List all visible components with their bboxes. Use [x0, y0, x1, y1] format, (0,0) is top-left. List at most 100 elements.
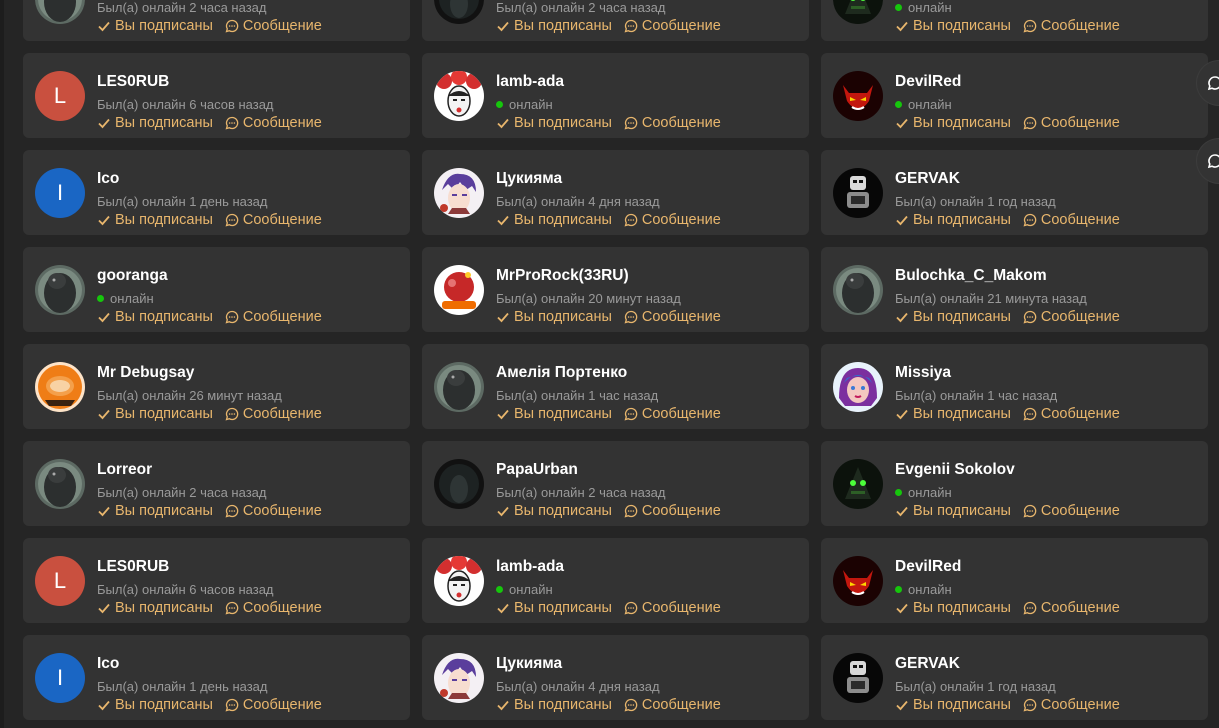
user-card[interactable]: Цукияма Был(а) онлайн 4 дня назад Вы подпи… — [422, 150, 809, 235]
avatar[interactable] — [833, 653, 883, 703]
subscribed-button[interactable]: Вы подписаны — [496, 18, 612, 34]
user-card[interactable]: DevilRed онлайн Вы подписаны Сообщение — [821, 53, 1208, 138]
avatar[interactable] — [434, 168, 484, 218]
user-card[interactable]: Lorreor Был(а) онлайн 2 часа назад Вы подп… — [23, 441, 410, 526]
subscribed-button[interactable]: Вы подписаны — [97, 503, 213, 519]
message-button[interactable]: Сообщение — [225, 115, 322, 131]
user-name[interactable]: Цукияма — [496, 655, 562, 673]
subscribed-button[interactable]: Вы подписаны — [97, 115, 213, 131]
avatar[interactable] — [434, 556, 484, 606]
subscribed-button[interactable]: Вы подписаны — [895, 406, 1011, 422]
user-name[interactable]: MrProRock(33RU) — [496, 267, 629, 285]
user-name[interactable]: gooranga — [97, 267, 168, 285]
avatar[interactable] — [833, 265, 883, 315]
message-button[interactable]: Сообщение — [1023, 406, 1120, 422]
subscribed-button[interactable]: Вы подписаны — [895, 600, 1011, 616]
avatar[interactable] — [833, 459, 883, 509]
user-card[interactable]: Был(а) онлайн 2 часа назад Вы подписаны Со… — [422, 0, 809, 41]
user-name[interactable]: GERVAK — [895, 170, 960, 188]
message-button[interactable]: Сообщение — [624, 115, 721, 131]
user-card[interactable]: Missiya Был(а) онлайн 1 час назад Вы подпи… — [821, 344, 1208, 429]
subscribed-button[interactable]: Вы подписаны — [496, 406, 612, 422]
user-name[interactable]: Missiya — [895, 364, 951, 382]
subscribed-button[interactable]: Вы подписаны — [496, 503, 612, 519]
subscribed-button[interactable]: Вы подписаны — [496, 212, 612, 228]
user-name[interactable]: Mr Debugsay — [97, 364, 194, 382]
user-card[interactable]: L LES0RUB Был(а) онлайн 6 часов назад Вы по… — [23, 538, 410, 623]
user-card[interactable]: Был(а) онлайн 2 часа назад Вы подписаны Со… — [23, 0, 410, 41]
avatar[interactable] — [35, 459, 85, 509]
avatar[interactable] — [434, 653, 484, 703]
avatar[interactable] — [833, 556, 883, 606]
avatar[interactable] — [434, 265, 484, 315]
avatar[interactable] — [833, 71, 883, 121]
message-button[interactable]: Сообщение — [624, 309, 721, 325]
user-card[interactable]: Bulochka_C_Makom Был(а) онлайн 21 минута … — [821, 247, 1208, 332]
user-name[interactable]: Lorreor — [97, 461, 152, 479]
user-card[interactable]: Evgenii Sokolov онлайн Вы подписаны Сообщен… — [821, 441, 1208, 526]
user-card[interactable]: онлайн Вы подписаны Сообщение — [821, 0, 1208, 41]
subscribed-button[interactable]: Вы подписаны — [895, 18, 1011, 34]
avatar[interactable] — [35, 362, 85, 412]
avatar[interactable]: L — [35, 556, 85, 606]
subscribed-button[interactable]: Вы подписаны — [496, 115, 612, 131]
user-name[interactable]: LES0RUB — [97, 558, 169, 576]
subscribed-button[interactable]: Вы подписаны — [496, 697, 612, 713]
user-name[interactable]: LES0RUB — [97, 73, 169, 91]
avatar[interactable] — [833, 362, 883, 412]
user-card[interactable]: Цукияма Был(а) онлайн 4 дня назад Вы подпи… — [422, 635, 809, 720]
avatar[interactable] — [833, 168, 883, 218]
message-button[interactable]: Сообщение — [1023, 309, 1120, 325]
user-name[interactable]: Цукияма — [496, 170, 562, 188]
subscribed-button[interactable]: Вы подписаны — [97, 212, 213, 228]
subscribed-button[interactable]: Вы подписаны — [496, 309, 612, 325]
user-name[interactable]: DevilRed — [895, 558, 961, 576]
message-button[interactable]: Сообщение — [1023, 503, 1120, 519]
message-button[interactable]: Сообщение — [225, 600, 322, 616]
message-button[interactable]: Сообщение — [225, 697, 322, 713]
user-card[interactable]: DevilRed онлайн Вы подписаны Сообщение — [821, 538, 1208, 623]
subscribed-button[interactable]: Вы подписаны — [496, 600, 612, 616]
message-button[interactable]: Сообщение — [624, 406, 721, 422]
message-button[interactable]: Сообщение — [225, 18, 322, 34]
user-card[interactable]: lamb-ada онлайн Вы подписаны Сообщение — [422, 53, 809, 138]
subscribed-button[interactable]: Вы подписаны — [97, 600, 213, 616]
avatar[interactable] — [434, 0, 484, 24]
user-name[interactable]: Evgenii Sokolov — [895, 461, 1015, 479]
user-name[interactable]: Ico — [97, 655, 119, 673]
message-button[interactable]: Сообщение — [1023, 212, 1120, 228]
avatar[interactable] — [434, 459, 484, 509]
user-card[interactable]: MrProRock(33RU) Был(а) онлайн 20 минут на… — [422, 247, 809, 332]
user-card[interactable]: GERVAK Был(а) онлайн 1 год назад Вы подпис… — [821, 150, 1208, 235]
subscribed-button[interactable]: Вы подписаны — [895, 697, 1011, 713]
message-button[interactable]: Сообщение — [1023, 600, 1120, 616]
subscribed-button[interactable]: Вы подписаны — [97, 309, 213, 325]
user-card[interactable]: Амелія Портенко Был(а) онлайн 1 час назад… — [422, 344, 809, 429]
subscribed-button[interactable]: Вы подписаны — [895, 503, 1011, 519]
avatar[interactable] — [833, 0, 883, 24]
message-button[interactable]: Сообщение — [225, 406, 322, 422]
message-button[interactable]: Сообщение — [225, 212, 322, 228]
user-card[interactable]: I Ico Был(а) онлайн 1 день назад Вы подписа… — [23, 635, 410, 720]
message-button[interactable]: Сообщение — [624, 18, 721, 34]
subscribed-button[interactable]: Вы подписаны — [97, 697, 213, 713]
avatar[interactable] — [35, 0, 85, 24]
user-card[interactable]: GERVAK Был(а) онлайн 1 год назад Вы подпис… — [821, 635, 1208, 720]
user-card[interactable]: lamb-ada онлайн Вы подписаны Сообщение — [422, 538, 809, 623]
subscribed-button[interactable]: Вы подписаны — [895, 309, 1011, 325]
user-name[interactable]: GERVAK — [895, 655, 960, 673]
message-button[interactable]: Сообщение — [624, 503, 721, 519]
user-card[interactable]: PapaUrban Был(а) онлайн 2 часа назад Вы по… — [422, 441, 809, 526]
message-button[interactable]: Сообщение — [1023, 697, 1120, 713]
avatar[interactable]: I — [35, 653, 85, 703]
avatar[interactable] — [35, 265, 85, 315]
avatar[interactable] — [434, 362, 484, 412]
user-name[interactable]: lamb-ada — [496, 558, 564, 576]
avatar[interactable] — [434, 71, 484, 121]
user-name[interactable]: PapaUrban — [496, 461, 578, 479]
message-button[interactable]: Сообщение — [1023, 115, 1120, 131]
user-card[interactable]: Mr Debugsay Был(а) онлайн 26 минут назад В… — [23, 344, 410, 429]
user-card[interactable]: I Ico Был(а) онлайн 1 день назад Вы подписа… — [23, 150, 410, 235]
user-name[interactable]: Амелія Портенко — [496, 364, 627, 382]
subscribed-button[interactable]: Вы подписаны — [97, 406, 213, 422]
